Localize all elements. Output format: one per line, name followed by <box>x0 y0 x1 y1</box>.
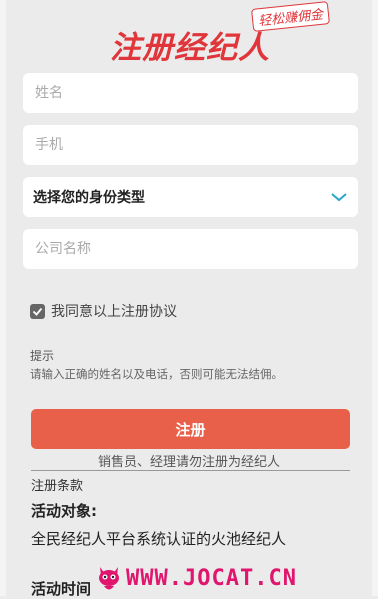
terms-body: 全民经纪人平台系统认证的火池经纪人 <box>31 530 287 548</box>
divider <box>31 470 350 471</box>
checkmark-icon <box>32 307 43 316</box>
identity-select-label: 选择您的身份类型 <box>33 190 145 206</box>
tip-text: 请输入正确的姓名以及电话，否则可能无法结佣。 <box>30 367 283 381</box>
brand-header: 注册经纪人 轻松赚佣金 <box>0 0 378 70</box>
name-input[interactable] <box>33 84 348 102</box>
cat-logo-icon <box>99 567 119 590</box>
agree-checkbox[interactable] <box>30 303 45 319</box>
watermark-text: WWW.JOCAT.CN <box>126 565 297 591</box>
name-field[interactable] <box>23 73 358 113</box>
phone-field[interactable] <box>23 125 358 165</box>
agreement-row[interactable]: 我同意以上注册协议 <box>30 301 177 321</box>
watermark: WWW.JOCAT.CN <box>96 563 297 593</box>
brand-tagline-badge: 轻松赚佣金 <box>251 1 331 32</box>
terms-heading: 活动对象: <box>31 502 97 520</box>
page-title: 注册经纪人 <box>110 30 270 66</box>
left-edge <box>0 0 6 596</box>
register-button[interactable]: 注册 <box>31 409 350 449</box>
phone-input[interactable] <box>33 136 348 154</box>
terms-title: 注册条款 <box>31 479 84 494</box>
company-field[interactable] <box>23 229 358 269</box>
right-edge <box>372 0 378 596</box>
chevron-down-icon <box>331 193 347 202</box>
tip-title: 提示 <box>30 349 55 363</box>
company-input[interactable] <box>33 240 348 258</box>
agree-label: 我同意以上注册协议 <box>51 304 177 320</box>
register-note: 销售员、经理请勿注册为经纪人 <box>97 455 280 470</box>
identity-select[interactable]: 选择您的身份类型 <box>23 177 358 217</box>
